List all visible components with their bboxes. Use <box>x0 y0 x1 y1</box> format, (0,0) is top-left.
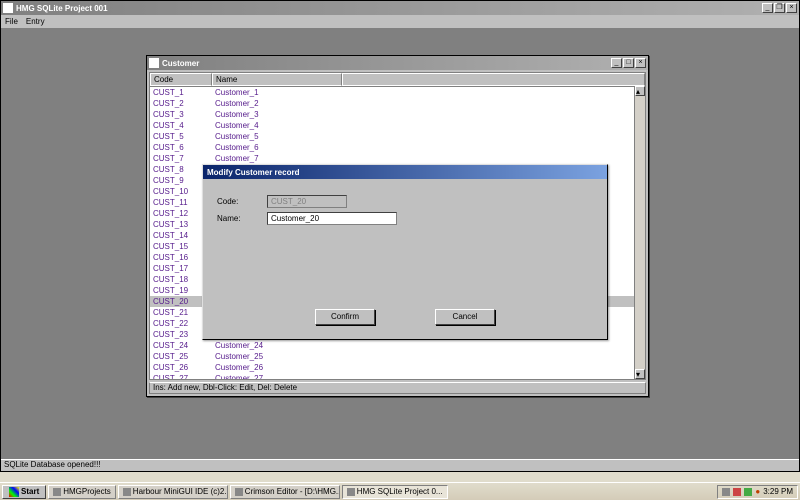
menubar: File Entry <box>1 15 799 28</box>
minimize-button[interactable]: _ <box>611 58 622 68</box>
task-button[interactable]: Crimson Editor - [D:\HMG... <box>230 485 340 499</box>
window-icon <box>149 58 159 68</box>
app-statusbar: SQLite Database opened!!! <box>1 459 799 471</box>
task-icon <box>235 488 243 496</box>
windows-icon <box>9 487 19 497</box>
cell-name: Customer_4 <box>212 120 342 131</box>
name-field[interactable] <box>267 212 397 225</box>
scrollbar[interactable]: ▴ ▾ <box>634 86 645 379</box>
cell-code: CUST_6 <box>150 142 212 153</box>
confirm-button[interactable]: Confirm <box>315 309 375 325</box>
modify-titlebar[interactable]: Modify Customer record <box>203 165 607 179</box>
table-row[interactable]: CUST_4Customer_4 <box>150 120 645 131</box>
grid-header: Code Name <box>150 73 645 87</box>
app-icon <box>3 3 13 13</box>
cell-name: Customer_26 <box>212 362 342 373</box>
customer-titlebar[interactable]: Customer _ □ × <box>147 56 648 70</box>
cell-code: CUST_24 <box>150 340 212 351</box>
close-button[interactable]: × <box>635 58 646 68</box>
start-button[interactable]: Start <box>2 485 46 499</box>
cell-code: CUST_7 <box>150 153 212 164</box>
maximize-button[interactable]: □ <box>623 58 634 68</box>
scroll-up-button[interactable]: ▴ <box>635 86 645 96</box>
close-button[interactable]: × <box>786 3 797 13</box>
code-field <box>267 195 347 208</box>
cell-code: CUST_1 <box>150 87 212 98</box>
app-title: HMG SQLite Project 001 <box>16 4 762 13</box>
task-button[interactable]: Harbour MiniGUI IDE (c)2... <box>118 485 228 499</box>
task-button[interactable]: HMGProjects <box>48 485 116 499</box>
tray-indicator: ● <box>755 487 760 496</box>
scroll-down-button[interactable]: ▾ <box>635 369 645 379</box>
table-row[interactable]: CUST_27Customer_27 <box>150 373 645 380</box>
cell-name: Customer_24 <box>212 340 342 351</box>
table-row[interactable]: CUST_5Customer_5 <box>150 131 645 142</box>
cell-name: Customer_5 <box>212 131 342 142</box>
table-row[interactable]: CUST_24Customer_24 <box>150 340 645 351</box>
table-row[interactable]: CUST_2Customer_2 <box>150 98 645 109</box>
tray-icon[interactable] <box>744 488 752 496</box>
cell-name: Customer_2 <box>212 98 342 109</box>
table-row[interactable]: CUST_26Customer_26 <box>150 362 645 373</box>
tray-icon[interactable] <box>722 488 730 496</box>
system-tray[interactable]: ● 3:29 PM <box>717 485 798 499</box>
name-label: Name: <box>217 214 267 223</box>
maximize-button[interactable]: ❐ <box>774 3 785 13</box>
cell-name: Customer_7 <box>212 153 342 164</box>
task-label: Crimson Editor - [D:\HMG... <box>245 487 340 496</box>
table-row[interactable]: CUST_7Customer_7 <box>150 153 645 164</box>
task-buttons: HMGProjects Harbour MiniGUI IDE (c)2... Cr… <box>48 485 447 499</box>
cancel-button[interactable]: Cancel <box>435 309 495 325</box>
task-icon <box>123 488 131 496</box>
cell-code: CUST_26 <box>150 362 212 373</box>
app-window: HMG SQLite Project 001 _ ❐ × File Entry … <box>0 0 800 472</box>
cell-code: CUST_25 <box>150 351 212 362</box>
modify-dialog: Modify Customer record Code: Name: Confi… <box>202 164 608 340</box>
modify-title: Modify Customer record <box>205 168 605 177</box>
task-icon <box>53 488 61 496</box>
code-label: Code: <box>217 197 267 206</box>
table-row[interactable]: CUST_25Customer_25 <box>150 351 645 362</box>
cell-code: CUST_27 <box>150 373 212 380</box>
col-blank <box>342 73 645 86</box>
cell-code: CUST_3 <box>150 109 212 120</box>
cell-name: Customer_25 <box>212 351 342 362</box>
task-button[interactable]: HMG SQLite Project 0... <box>342 485 448 499</box>
cell-code: CUST_2 <box>150 98 212 109</box>
customer-title: Customer <box>162 59 611 68</box>
minimize-button[interactable]: _ <box>762 3 773 13</box>
task-icon <box>347 488 355 496</box>
task-label: Harbour MiniGUI IDE (c)2... <box>133 487 228 496</box>
table-row[interactable]: CUST_3Customer_3 <box>150 109 645 120</box>
task-label: HMGProjects <box>63 487 111 496</box>
cell-name: Customer_1 <box>212 87 342 98</box>
app-titlebar[interactable]: HMG SQLite Project 001 _ ❐ × <box>1 1 799 15</box>
cell-name: Customer_3 <box>212 109 342 120</box>
cell-name: Customer_27 <box>212 373 342 380</box>
cell-name: Customer_6 <box>212 142 342 153</box>
menu-entry[interactable]: Entry <box>26 17 45 26</box>
start-label: Start <box>21 487 39 496</box>
task-label: HMG SQLite Project 0... <box>357 487 443 496</box>
clock[interactable]: 3:29 PM <box>763 487 793 496</box>
customer-statusbar: Ins: Add new, Dbl-Click: Edit, Del: Dele… <box>149 382 646 394</box>
table-row[interactable]: CUST_1Customer_1 <box>150 87 645 98</box>
menu-file[interactable]: File <box>5 17 18 26</box>
cell-code: CUST_4 <box>150 120 212 131</box>
cell-code: CUST_5 <box>150 131 212 142</box>
taskbar: Start HMGProjects Harbour MiniGUI IDE (c)… <box>0 482 800 500</box>
table-row[interactable]: CUST_6Customer_6 <box>150 142 645 153</box>
col-name[interactable]: Name <box>212 73 342 86</box>
tray-icon[interactable] <box>733 488 741 496</box>
col-code[interactable]: Code <box>150 73 212 86</box>
